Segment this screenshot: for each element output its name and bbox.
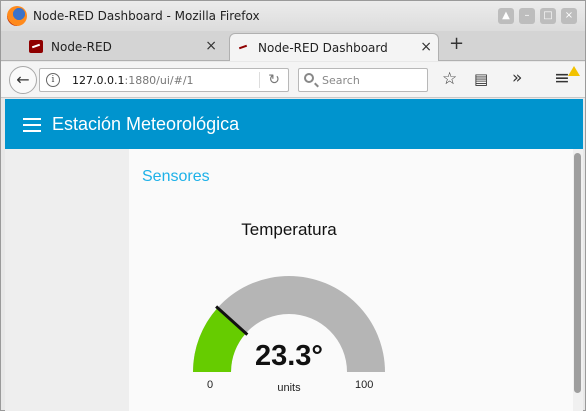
bookmark-star-icon[interactable]: ☆ xyxy=(442,69,457,89)
tab-close-icon[interactable]: × xyxy=(205,38,217,54)
window-up-button[interactable]: ▲ xyxy=(498,8,514,24)
menu-icon[interactable] xyxy=(23,118,41,132)
tab-close-icon[interactable]: × xyxy=(420,39,432,55)
gauge-value: 23.3° xyxy=(254,340,324,372)
scrollbar-thumb[interactable] xyxy=(574,153,581,393)
tab-node-red-dashboard[interactable]: Node-RED Dashboard × xyxy=(229,33,439,61)
overflow-chevron-icon[interactable]: » xyxy=(512,68,522,88)
gauge-max-label: 100 xyxy=(355,379,374,391)
url-bar[interactable]: i 127.0.0.1:1880/ui/#/1 ↻ xyxy=(39,68,289,92)
warning-icon xyxy=(568,66,580,76)
gauge-title: Temperatura xyxy=(241,220,337,239)
window-title: Node-RED Dashboard - Mozilla Firefox xyxy=(33,9,260,23)
url-divider xyxy=(259,72,260,88)
tab-label: Node-RED Dashboard xyxy=(258,41,388,55)
node-red-favicon-icon xyxy=(29,40,43,53)
window-close-button[interactable]: × xyxy=(561,8,577,24)
url-text[interactable]: 127.0.0.1:1880/ui/#/1 xyxy=(72,74,194,87)
reload-icon[interactable]: ↻ xyxy=(268,72,280,88)
page-content: Estación Meteorológica Sensores Temperat… xyxy=(5,99,583,411)
tab-label: Node-RED xyxy=(51,40,112,54)
title-bar: Node-RED Dashboard - Mozilla Firefox ▲ –… xyxy=(1,1,585,31)
page-scrollbar[interactable] xyxy=(573,149,583,411)
firefox-logo-icon xyxy=(7,6,27,26)
navigation-bar: ← i 127.0.0.1:1880/ui/#/1 ↻ Search ☆ ▤ »… xyxy=(1,62,585,98)
window-maximize-button[interactable]: □ xyxy=(540,8,556,24)
reading-list-icon[interactable]: ▤ xyxy=(474,70,488,88)
window-minimize-button[interactable]: – xyxy=(519,8,535,24)
node-red-favicon-icon xyxy=(236,41,250,54)
sensores-group-card: Sensores Temperatura 23.3° units 0 100 xyxy=(129,149,574,411)
gauge-units: units xyxy=(277,382,301,394)
search-input[interactable]: Search xyxy=(298,68,428,92)
search-icon xyxy=(304,73,314,83)
dashboard-title: Estación Meteorológica xyxy=(52,114,240,134)
tab-strip: Node-RED × Node-RED Dashboard × xyxy=(1,31,585,61)
gauge-min-label: 0 xyxy=(207,379,214,391)
new-tab-button[interactable]: + xyxy=(449,33,464,54)
dashboard-toolbar: Estación Meteorológica xyxy=(5,99,583,149)
tab-node-red[interactable]: Node-RED × xyxy=(23,33,223,61)
site-info-icon[interactable]: i xyxy=(46,73,60,87)
group-title: Sensores xyxy=(142,168,210,185)
browser-window: Node-RED Dashboard - Mozilla Firefox ▲ –… xyxy=(0,0,586,411)
url-host: 127.0.0.1 xyxy=(72,74,125,87)
url-path: :1880/ui/#/1 xyxy=(124,74,194,87)
back-button[interactable]: ← xyxy=(9,66,37,94)
search-placeholder: Search xyxy=(322,74,360,87)
